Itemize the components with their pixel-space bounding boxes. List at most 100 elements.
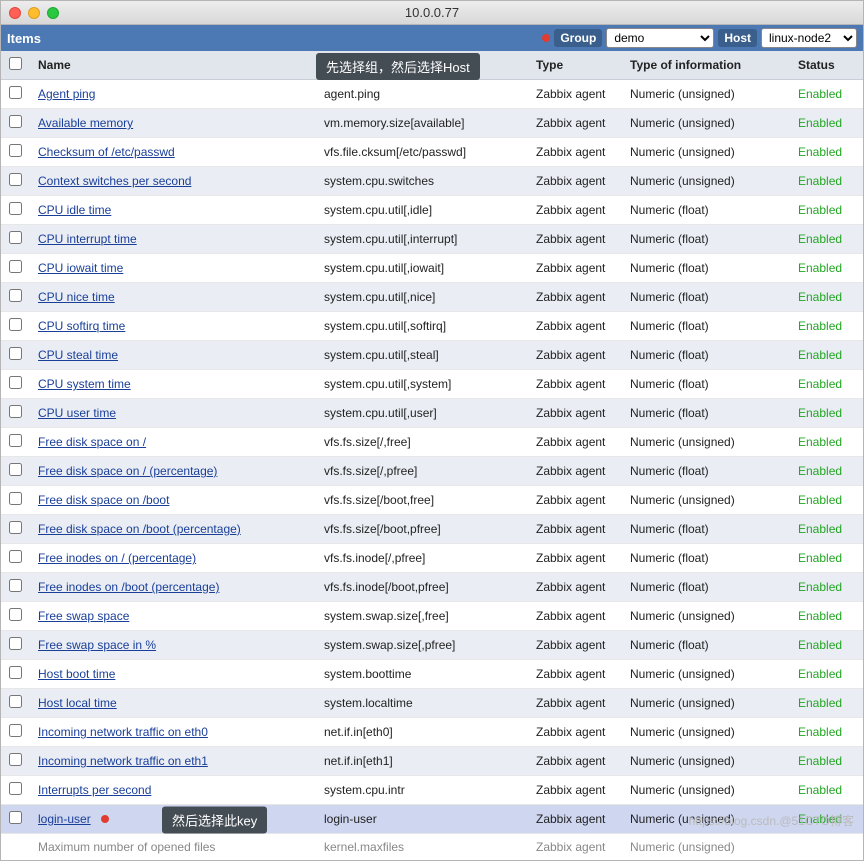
row-checkbox[interactable] <box>9 666 22 679</box>
item-info-cell: Numeric (float) <box>622 196 790 225</box>
row-checkbox[interactable] <box>9 144 22 157</box>
item-status-cell[interactable]: Enabled <box>790 776 863 805</box>
row-checkbox[interactable] <box>9 753 22 766</box>
row-checkbox[interactable] <box>9 724 22 737</box>
row-checkbox[interactable] <box>9 173 22 186</box>
item-status-cell[interactable]: Enabled <box>790 283 863 312</box>
header-name[interactable]: Name <box>30 51 316 80</box>
item-name-link[interactable]: Host boot time <box>38 667 115 681</box>
item-status-cell[interactable]: Enabled <box>790 602 863 631</box>
item-status-cell[interactable]: Enabled <box>790 254 863 283</box>
item-status-cell[interactable]: Enabled <box>790 689 863 718</box>
item-status-cell[interactable]: Enabled <box>790 573 863 602</box>
item-type-cell: Zabbix agent <box>528 776 622 805</box>
select-all-checkbox[interactable] <box>9 57 22 70</box>
item-name-link[interactable]: Available memory <box>38 116 133 130</box>
item-status-cell[interactable]: Enabled <box>790 660 863 689</box>
row-checkbox[interactable] <box>9 695 22 708</box>
item-name-link[interactable]: CPU steal time <box>38 348 118 362</box>
item-name-link[interactable]: CPU idle time <box>38 203 111 217</box>
item-type-cell: Zabbix agent <box>528 341 622 370</box>
item-status-cell[interactable]: Enabled <box>790 631 863 660</box>
close-icon[interactable] <box>9 7 21 19</box>
item-status-cell[interactable]: Enabled <box>790 428 863 457</box>
item-type-cell: Zabbix agent <box>528 167 622 196</box>
row-checkbox[interactable] <box>9 115 22 128</box>
item-name-link[interactable]: CPU interrupt time <box>38 232 137 246</box>
row-checkbox[interactable] <box>9 492 22 505</box>
item-info-cell: Numeric (unsigned) <box>622 689 790 718</box>
item-name-link[interactable]: Free swap space <box>38 609 129 623</box>
row-checkbox[interactable] <box>9 608 22 621</box>
group-select[interactable]: demo <box>606 28 714 48</box>
item-name-link[interactable]: Free inodes on / (percentage) <box>38 551 196 565</box>
item-status-cell[interactable]: Enabled <box>790 515 863 544</box>
row-checkbox[interactable] <box>9 463 22 476</box>
item-status-cell[interactable]: Enabled <box>790 138 863 167</box>
header-status[interactable]: Status <box>790 51 863 80</box>
item-status-cell[interactable]: Enabled <box>790 109 863 138</box>
item-status-cell[interactable]: Enabled <box>790 312 863 341</box>
table-row: Maximum number of opened fileskernel.max… <box>1 834 863 861</box>
row-checkbox[interactable] <box>9 231 22 244</box>
item-name-link[interactable]: Interrupts per second <box>38 783 151 797</box>
row-checkbox[interactable] <box>9 260 22 273</box>
row-checkbox[interactable] <box>9 86 22 99</box>
item-name-link[interactable]: CPU user time <box>38 406 116 420</box>
row-checkbox[interactable] <box>9 811 22 824</box>
item-status-cell[interactable]: Enabled <box>790 457 863 486</box>
row-checkbox[interactable] <box>9 405 22 418</box>
row-checkbox[interactable] <box>9 434 22 447</box>
item-name-link[interactable]: CPU softirq time <box>38 319 125 333</box>
item-type-cell: Zabbix agent <box>528 428 622 457</box>
item-status-cell[interactable]: Enabled <box>790 341 863 370</box>
item-name-link[interactable]: Free disk space on /boot (percentage) <box>38 522 241 536</box>
row-checkbox[interactable] <box>9 289 22 302</box>
item-status-cell[interactable] <box>790 834 863 861</box>
item-name-link[interactable]: login-user <box>38 812 91 826</box>
item-name-link[interactable]: Free disk space on /boot <box>38 493 169 507</box>
item-name-link[interactable]: Incoming network traffic on eth1 <box>38 754 208 768</box>
item-name-link[interactable]: Context switches per second <box>38 174 191 188</box>
item-name-link[interactable]: Free disk space on / <box>38 435 146 449</box>
item-status-cell[interactable]: Enabled <box>790 370 863 399</box>
row-checkbox[interactable] <box>9 347 22 360</box>
item-name-link[interactable]: Checksum of /etc/passwd <box>38 145 175 159</box>
item-status-cell[interactable]: Enabled <box>790 80 863 109</box>
row-checkbox[interactable] <box>9 521 22 534</box>
item-name-link[interactable]: CPU system time <box>38 377 131 391</box>
item-name-link[interactable]: Host local time <box>38 696 117 710</box>
item-name-link[interactable]: Free disk space on / (percentage) <box>38 464 217 478</box>
item-name-link[interactable]: Free swap space in % <box>38 638 156 652</box>
table-row: Incoming network traffic on eth1net.if.i… <box>1 747 863 776</box>
item-status-cell[interactable]: Enabled <box>790 718 863 747</box>
item-status-cell[interactable]: Enabled <box>790 225 863 254</box>
item-name-link[interactable]: CPU iowait time <box>38 261 123 275</box>
row-checkbox[interactable] <box>9 782 22 795</box>
item-status-cell[interactable]: Enabled <box>790 196 863 225</box>
item-status-cell[interactable]: Enabled <box>790 399 863 428</box>
item-status-cell[interactable]: Enabled <box>790 167 863 196</box>
item-status-cell[interactable]: Enabled <box>790 805 863 834</box>
item-name-link[interactable]: CPU nice time <box>38 290 115 304</box>
item-name-link[interactable]: Maximum number of opened files <box>38 840 215 854</box>
maximize-icon[interactable] <box>47 7 59 19</box>
row-checkbox[interactable] <box>9 318 22 331</box>
header-info[interactable]: Type of information <box>622 51 790 80</box>
tooltip-select-group-host: 先选择组，然后选择Host <box>316 53 480 80</box>
table-row: Free inodes on /boot (percentage)vfs.fs.… <box>1 573 863 602</box>
item-status-cell[interactable]: Enabled <box>790 486 863 515</box>
item-name-link[interactable]: Agent ping <box>38 87 95 101</box>
row-checkbox[interactable] <box>9 579 22 592</box>
host-select[interactable]: linux-node2 <box>761 28 857 48</box>
item-name-link[interactable]: Free inodes on /boot (percentage) <box>38 580 219 594</box>
item-name-link[interactable]: Incoming network traffic on eth0 <box>38 725 208 739</box>
row-checkbox[interactable] <box>9 376 22 389</box>
header-type[interactable]: Type <box>528 51 622 80</box>
minimize-icon[interactable] <box>28 7 40 19</box>
item-status-cell[interactable]: Enabled <box>790 544 863 573</box>
row-checkbox[interactable] <box>9 202 22 215</box>
row-checkbox[interactable] <box>9 550 22 563</box>
item-status-cell[interactable]: Enabled <box>790 747 863 776</box>
row-checkbox[interactable] <box>9 637 22 650</box>
